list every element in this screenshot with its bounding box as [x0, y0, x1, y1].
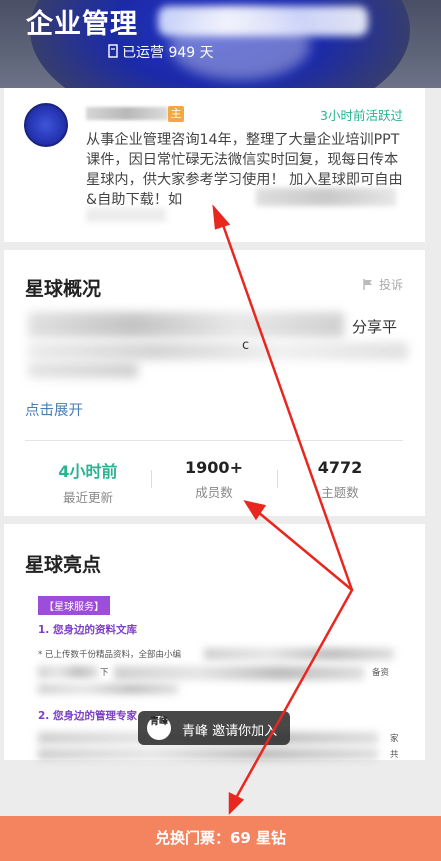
stat-value: 1900+: [185, 458, 243, 477]
stat-members: 1900+ 成员数: [151, 458, 277, 501]
highlights-redacted: [114, 666, 364, 680]
intro-redacted: [86, 208, 166, 222]
annotation-arrowhead: [228, 791, 245, 816]
overview-card: 星球概况 投诉 分享平 c 点击展开 4小时前 最近更新 1900+ 成员数 4…: [4, 250, 425, 516]
highlights-redacted: [38, 684, 178, 694]
highlights-line: 下: [100, 668, 109, 678]
stat-label: 主题数: [321, 485, 359, 500]
highlights-title: 星球亮点: [25, 554, 102, 576]
overview-text-fragment: c: [242, 338, 250, 353]
stat-last-updated: 4小时前 最近更新: [25, 458, 151, 506]
clock-icon: [108, 44, 118, 58]
highlights-line: * 已上传数千份精品资料，全部由小编: [38, 650, 181, 660]
divider: [25, 440, 403, 441]
flag-icon: [363, 279, 372, 290]
highlights-line: 家: [390, 734, 399, 744]
report-button[interactable]: 投诉: [363, 276, 403, 293]
overview-text-redacted: [28, 312, 344, 338]
owner-badge: 主: [168, 106, 184, 122]
planet-title: 企业管理: [26, 9, 138, 40]
highlights-line: 备资: [372, 668, 390, 678]
owner-avatar[interactable]: [24, 103, 68, 147]
highlights-tag: 【星球服务】: [38, 596, 110, 615]
owner-card: 主 3小时前活跃过 从事企业管理咨询14年，整理了大量企业培训PPT课件，因日常…: [4, 88, 425, 242]
highlights-redacted: [38, 666, 98, 678]
stat-value: 4772: [317, 458, 363, 477]
highlights-line: 共: [390, 750, 399, 760]
overview-text-redacted: [28, 342, 408, 360]
stat-label: 最近更新: [62, 490, 113, 505]
overview-title: 星球概况: [25, 278, 102, 300]
running-days: 已运营 949 天: [122, 45, 214, 61]
planet-title-redacted: [158, 6, 368, 36]
redeem-ticket-button[interactable]: 兑换门票：69 星钻: [0, 816, 441, 861]
last-active-time: 3小时前活跃过: [320, 108, 403, 123]
stat-label: 成员数: [195, 485, 233, 500]
invite-toast: 青峰 青峰 邀请你加入: [138, 711, 290, 745]
highlights-redacted: [204, 648, 394, 660]
highlights-redacted: [38, 748, 378, 760]
overview-text-redacted: [28, 362, 138, 378]
intro-redacted: [256, 188, 396, 206]
invite-text: 青峰 邀请你加入: [182, 724, 278, 739]
owner-name-redacted: [86, 107, 168, 120]
highlights-heading: 1. 您身边的资料文库: [38, 624, 137, 636]
report-label: 投诉: [378, 278, 403, 292]
stat-topics: 4772 主题数: [277, 458, 403, 501]
planet-header-banner: 企业管理 已运营 949 天: [0, 0, 441, 88]
inviter-avatar: 青峰: [147, 716, 171, 740]
stat-value: 4小时前: [58, 462, 118, 481]
overview-text-fragment: 分享平: [352, 318, 398, 336]
expand-link[interactable]: 点击展开: [25, 399, 83, 420]
highlights-heading: 2. 您身边的管理专家: [38, 710, 137, 722]
